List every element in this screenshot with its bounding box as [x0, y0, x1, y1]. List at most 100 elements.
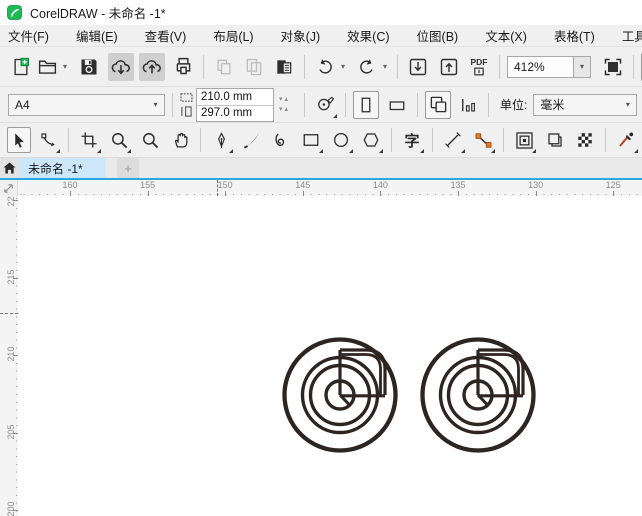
property-bar: A4 ▾ 210.0 mm 297.0 mm ▾▴ ▾▴ 单位: 毫米 ▾: [0, 87, 642, 123]
save-button[interactable]: [76, 53, 102, 81]
document-tab-active[interactable]: 未命名 -1*: [19, 158, 105, 178]
concentric-circles-object[interactable]: [280, 335, 400, 455]
page-height-input[interactable]: 297.0 mm: [197, 104, 273, 121]
current-page-button[interactable]: [455, 91, 481, 119]
menu-tools[interactable]: 工具(O): [622, 26, 642, 45]
toolbar-separator: [203, 54, 204, 79]
pick-tool[interactable]: [7, 127, 31, 153]
page-width-spinner[interactable]: ▾▴: [279, 96, 290, 103]
document-tab-bar: 未命名 -1* +: [0, 158, 642, 178]
window-title: CorelDRAW - 未命名 -1*: [30, 7, 166, 21]
transparency-tool[interactable]: [572, 126, 598, 154]
save-to-cloud-button[interactable]: [139, 52, 165, 81]
paintbrush-tool[interactable]: [238, 126, 264, 154]
open-from-cloud-button[interactable]: [108, 52, 134, 81]
drawing-scale-icon: [317, 96, 334, 111]
menu-effects[interactable]: 效果(C): [347, 26, 389, 45]
publish-pdf-button[interactable]: PDF: [466, 53, 492, 81]
zoom-level-combobox[interactable]: 412% ▾: [507, 55, 591, 78]
home-icon: [3, 162, 16, 174]
propbar-separator: [488, 92, 490, 117]
connector-tool[interactable]: [470, 126, 496, 154]
new-document-button[interactable]: [8, 53, 34, 81]
portrait-icon: [361, 97, 371, 112]
pen-nib-icon: [217, 131, 225, 148]
page-preset-caret[interactable]: ▾: [147, 95, 164, 115]
menu-text[interactable]: 文本(X): [485, 26, 527, 45]
text-tool[interactable]: 字: [399, 126, 425, 154]
fullscreen-preview-icon: [604, 58, 622, 75]
undo-dropdown-caret[interactable]: ▾: [338, 62, 348, 71]
import-button[interactable]: [405, 53, 431, 81]
all-pages-icon: [430, 96, 446, 113]
page-height-spinner[interactable]: ▾▴: [279, 106, 290, 113]
ellipse-icon: [333, 132, 349, 148]
redo-button[interactable]: [354, 53, 380, 81]
zoom-level-caret[interactable]: ▾: [573, 56, 590, 77]
menu-layout[interactable]: 布局(L): [213, 26, 253, 45]
pick-tool-icon: [14, 132, 24, 148]
crop-tool[interactable]: [76, 126, 102, 154]
home-tab-button[interactable]: [0, 158, 19, 178]
propbar-separator: [172, 92, 173, 117]
page-bars-icon: [462, 98, 475, 112]
undo-button[interactable]: [312, 53, 338, 81]
pen-tool[interactable]: [208, 126, 234, 154]
dimension-tool[interactable]: [440, 126, 466, 154]
paste-button[interactable]: [271, 53, 297, 81]
contour-tool[interactable]: [511, 126, 537, 154]
vruler-tick-label: 200: [6, 501, 16, 516]
menu-table[interactable]: 表格(T): [554, 26, 595, 45]
propbar-separator: [304, 92, 306, 117]
toolbar-separator: [397, 54, 398, 79]
menu-view[interactable]: 查看(V): [145, 26, 187, 45]
vertical-ruler[interactable]: 220 215 210 205 200: [0, 196, 18, 516]
zoom-tool[interactable]: [106, 126, 132, 154]
pan-tool[interactable]: [167, 126, 193, 154]
all-pages-button[interactable]: [425, 90, 452, 119]
menu-object[interactable]: 对象(J): [281, 26, 321, 45]
cloud-download-icon: [111, 59, 130, 75]
drop-shadow-tool[interactable]: [542, 126, 568, 154]
export-icon: [440, 58, 458, 75]
ellipse-tool[interactable]: [328, 126, 354, 154]
pdf-disk-icon: [474, 67, 484, 75]
horizontal-ruler[interactable]: 160 155 150 145 140 135 130 125: [18, 180, 642, 196]
magnifier-icon: [142, 132, 158, 148]
toolbox-separator: [68, 128, 69, 152]
toolbox-separator: [391, 128, 392, 152]
page-width-input[interactable]: 210.0 mm: [197, 88, 273, 105]
shape-tool-icon: [41, 133, 55, 147]
landscape-orientation-button[interactable]: [384, 91, 410, 119]
redo-dropdown-caret[interactable]: ▾: [380, 62, 390, 71]
menu-file[interactable]: 文件(F): [8, 26, 49, 45]
zoom-tool-icon: [111, 132, 127, 148]
concentric-circles-object[interactable]: [418, 335, 538, 455]
bspline-tool[interactable]: [268, 126, 294, 154]
rectangle-icon: [303, 134, 319, 146]
portrait-orientation-button[interactable]: [353, 90, 380, 119]
units-caret[interactable]: ▾: [619, 95, 636, 115]
zoom-secondary-tool[interactable]: [137, 126, 163, 154]
copy-icon: [246, 58, 262, 75]
units-combobox[interactable]: 毫米 ▾: [533, 93, 638, 116]
print-button[interactable]: [170, 53, 196, 81]
eyedropper-tool[interactable]: [613, 126, 639, 154]
hruler-tick-label: 135: [450, 180, 466, 190]
shape-tool[interactable]: [35, 126, 61, 154]
plus-icon: +: [124, 160, 132, 176]
drawing-canvas[interactable]: [18, 196, 642, 516]
page-preset-combobox[interactable]: A4 ▾: [8, 93, 165, 116]
new-tab-button[interactable]: +: [117, 158, 139, 178]
menu-bitmaps[interactable]: 位图(B): [417, 26, 459, 45]
open-button[interactable]: [34, 53, 60, 81]
open-dropdown-caret[interactable]: ▾: [60, 62, 70, 71]
hruler-tick-label: 140: [372, 180, 388, 190]
menu-edit[interactable]: 编辑(E): [76, 26, 118, 45]
export-button[interactable]: [436, 53, 462, 81]
drawing-scale-button[interactable]: [312, 91, 338, 119]
polygon-tool[interactable]: [358, 126, 384, 154]
ruler-origin-corner[interactable]: [0, 180, 18, 196]
rectangle-tool[interactable]: [298, 126, 324, 154]
fullscreen-preview-button[interactable]: [600, 53, 626, 81]
